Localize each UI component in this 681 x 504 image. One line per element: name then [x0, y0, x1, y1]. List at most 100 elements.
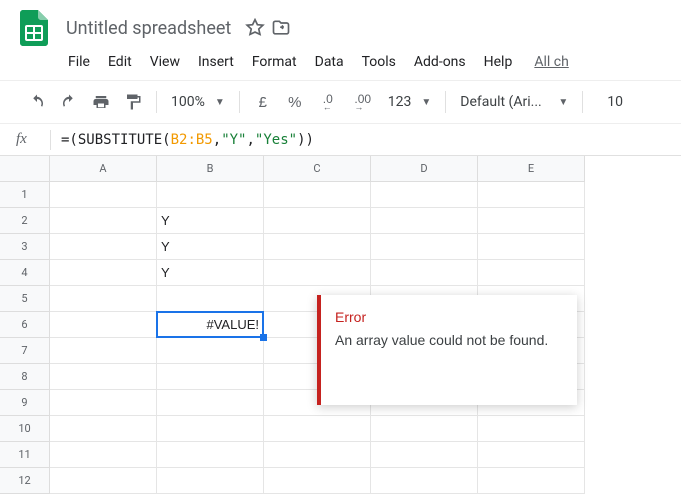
cell-B10[interactable]	[157, 416, 264, 442]
row-header-9[interactable]: 9	[0, 390, 50, 416]
cell-E12[interactable]	[478, 468, 585, 494]
cell-E3[interactable]	[478, 234, 585, 260]
row-header-11[interactable]: 11	[0, 442, 50, 468]
menu-addons[interactable]: Add-ons	[406, 50, 474, 74]
cell-D2[interactable]	[371, 208, 478, 234]
row-header-2[interactable]: 2	[0, 208, 50, 234]
cell-B2[interactable]: Y	[157, 208, 264, 234]
fx-icon[interactable]: fx	[16, 131, 50, 148]
menu-tools[interactable]: Tools	[354, 50, 404, 74]
menu-data[interactable]: Data	[307, 50, 352, 74]
cell-B4[interactable]: Y	[157, 260, 264, 286]
cell-C3[interactable]	[264, 234, 371, 260]
menu-format[interactable]: Format	[244, 50, 305, 74]
col-header-D[interactable]: D	[371, 156, 478, 182]
zoom-value: 100%	[171, 94, 205, 110]
cell-B9[interactable]	[157, 390, 264, 416]
cell-B6[interactable]: #VALUE!	[157, 312, 264, 338]
move-folder-icon[interactable]	[271, 18, 291, 38]
cell-E11[interactable]	[478, 442, 585, 468]
redo-button[interactable]	[54, 88, 84, 116]
cell-E2[interactable]	[478, 208, 585, 234]
cell-D3[interactable]	[371, 234, 478, 260]
cell-A5[interactable]	[50, 286, 157, 312]
cell-D1[interactable]	[371, 182, 478, 208]
col-header-E[interactable]: E	[478, 156, 585, 182]
sheets-logo[interactable]	[14, 8, 54, 48]
cell-A4[interactable]	[50, 260, 157, 286]
cell-A2[interactable]	[50, 208, 157, 234]
cell-B7[interactable]	[157, 338, 264, 364]
doc-title[interactable]: Untitled spreadsheet	[60, 16, 237, 41]
font-size-value: 10	[607, 94, 623, 110]
row-header-7[interactable]: 7	[0, 338, 50, 364]
row-header-10[interactable]: 10	[0, 416, 50, 442]
cell-A8[interactable]	[50, 364, 157, 390]
cell-B1[interactable]	[157, 182, 264, 208]
cell-A9[interactable]	[50, 390, 157, 416]
error-message: An array value could not be found.	[335, 331, 559, 351]
cell-E10[interactable]	[478, 416, 585, 442]
cell-D4[interactable]	[371, 260, 478, 286]
row-header-6[interactable]: 6	[0, 312, 50, 338]
cell-C4[interactable]	[264, 260, 371, 286]
col-header-C[interactable]: C	[264, 156, 371, 182]
row-header-3[interactable]: 3	[0, 234, 50, 260]
row-header-4[interactable]: 4	[0, 260, 50, 286]
fill-handle[interactable]	[260, 334, 267, 341]
cell-B5[interactable]	[157, 286, 264, 312]
star-icon[interactable]	[245, 18, 265, 38]
cell-B11[interactable]	[157, 442, 264, 468]
cell-B3[interactable]: Y	[157, 234, 264, 260]
row-header-8[interactable]: 8	[0, 364, 50, 390]
cell-A12[interactable]	[50, 468, 157, 494]
last-edit-link[interactable]: All ch	[522, 54, 568, 70]
currency-button[interactable]: £	[248, 88, 278, 116]
toolbar: 100% ▼ £ % .0← .00→ 123▼ Default (Ari... ▼…	[0, 80, 681, 124]
chevron-down-icon: ▼	[558, 97, 568, 108]
more-formats-button[interactable]: 123▼	[382, 94, 438, 110]
cell-D10[interactable]	[371, 416, 478, 442]
cell-C11[interactable]	[264, 442, 371, 468]
row-header-1[interactable]: 1	[0, 182, 50, 208]
menu-insert[interactable]: Insert	[190, 50, 242, 74]
increase-decimal-button[interactable]: .00→	[346, 88, 380, 116]
cell-A10[interactable]	[50, 416, 157, 442]
menu-edit[interactable]: Edit	[100, 50, 140, 74]
font-name-label: Default (Ari...	[460, 94, 541, 110]
cell-A6[interactable]	[50, 312, 157, 338]
select-all-corner[interactable]	[0, 156, 50, 182]
cell-E1[interactable]	[478, 182, 585, 208]
cell-D11[interactable]	[371, 442, 478, 468]
cell-B12[interactable]	[157, 468, 264, 494]
cell-E4[interactable]	[478, 260, 585, 286]
row-header-5[interactable]: 5	[0, 286, 50, 312]
menu-help[interactable]: Help	[476, 50, 521, 74]
cell-B8[interactable]	[157, 364, 264, 390]
menu-view[interactable]: View	[142, 50, 188, 74]
decrease-decimal-button[interactable]: .0←	[312, 88, 344, 116]
cell-D12[interactable]	[371, 468, 478, 494]
print-button[interactable]	[86, 88, 116, 116]
undo-button[interactable]	[22, 88, 52, 116]
percent-button[interactable]: %	[280, 88, 310, 116]
chevron-down-icon: ▼	[215, 97, 225, 108]
row-header-12[interactable]: 12	[0, 468, 50, 494]
cell-C2[interactable]	[264, 208, 371, 234]
col-header-B[interactable]: B	[157, 156, 264, 182]
cell-A1[interactable]	[50, 182, 157, 208]
cell-A3[interactable]	[50, 234, 157, 260]
paint-format-button[interactable]	[118, 88, 148, 116]
cell-C12[interactable]	[264, 468, 371, 494]
menu-bar: File Edit View Insert Format Data Tools …	[0, 50, 681, 80]
font-size-selector[interactable]: 10	[591, 94, 633, 110]
formula-input[interactable]: =(SUBSTITUTE(B2:B5,"Y","Yes"))	[61, 132, 681, 148]
cell-C1[interactable]	[264, 182, 371, 208]
menu-file[interactable]: File	[60, 50, 98, 74]
zoom-selector[interactable]: 100% ▼	[165, 94, 231, 110]
cell-A11[interactable]	[50, 442, 157, 468]
cell-C10[interactable]	[264, 416, 371, 442]
font-selector[interactable]: Default (Ari... ▼	[454, 94, 574, 110]
cell-A7[interactable]	[50, 338, 157, 364]
col-header-A[interactable]: A	[50, 156, 157, 182]
